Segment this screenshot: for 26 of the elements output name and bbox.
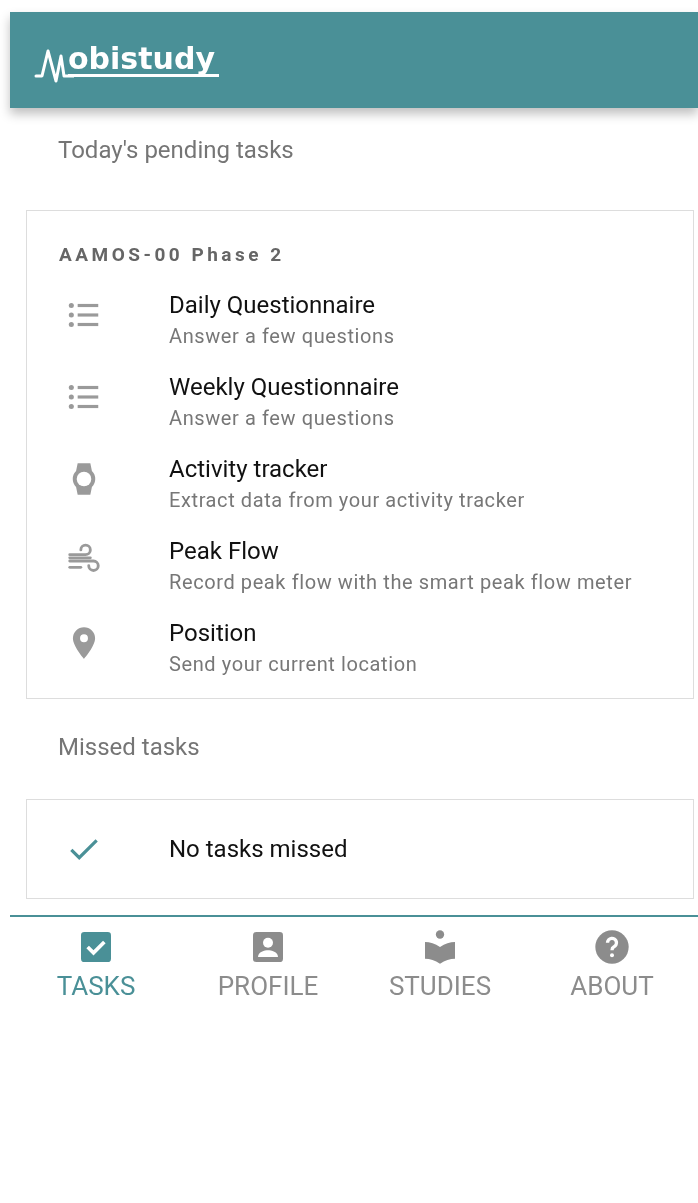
task-title: Peak Flow [169, 536, 280, 567]
tab-label: PROFILE [217, 971, 319, 1001]
tab-label: STUDIES [388, 971, 492, 1001]
task-item[interactable]: Activity tracker Extract data from your activity tracker [59, 452, 693, 514]
task-description: Record peak flow with the smart peak flow meter [169, 569, 633, 596]
task-item[interactable]: Daily Questionnaire Answer a few questions [59, 288, 693, 350]
task-title: Weekly Questionnaire [169, 372, 400, 403]
section-title: Today's pending tasks [58, 136, 295, 166]
logo-text: obistudy [68, 43, 219, 77]
task-title: Activity tracker [169, 454, 329, 485]
task-title: Position [169, 618, 258, 649]
study-name: AAMOS-00 Phase 2 [59, 243, 286, 266]
tab-label: TASKS [56, 971, 136, 1001]
section-title: Missed tasks [58, 733, 201, 763]
help-icon [592, 927, 632, 967]
task-item[interactable]: Weekly Questionnaire Answer a few questions [59, 370, 693, 432]
empty-message: No tasks missed [169, 834, 348, 865]
task-description: Answer a few questions [169, 323, 396, 350]
task-item[interactable]: Position Send your current location [59, 616, 693, 678]
task-description: Extract data from your activity tracker [169, 487, 526, 514]
tab-label: ABOUT [570, 971, 654, 1001]
task-description: Answer a few questions [169, 405, 396, 432]
nav-tab[interactable]: TASKS [10, 917, 182, 1010]
task-item[interactable]: Peak Flow Record peak flow with the smart peak flow meter [59, 534, 693, 596]
task-title: Daily Questionnaire [169, 290, 377, 321]
task-description: Send your current location [169, 651, 419, 678]
